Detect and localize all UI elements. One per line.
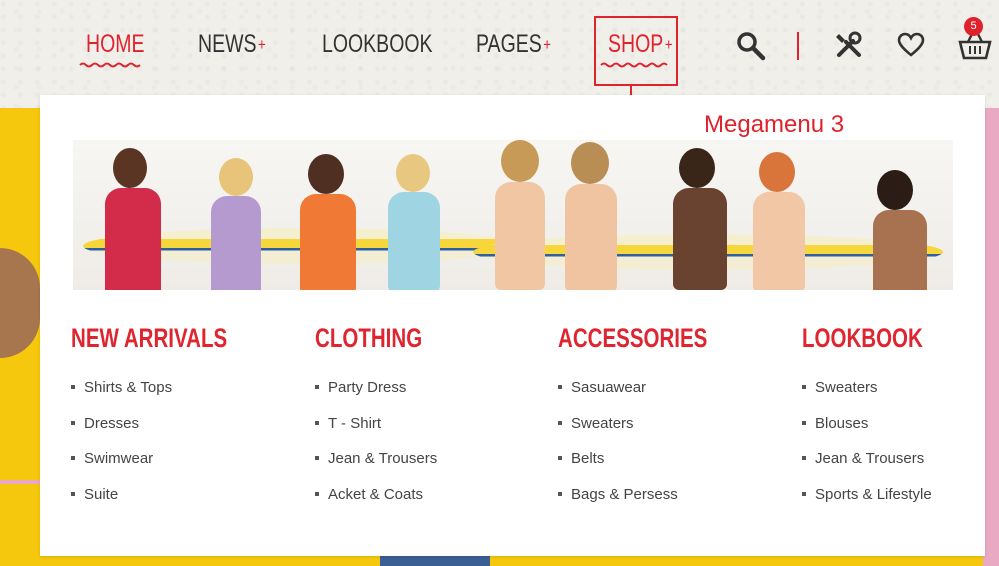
menu-link[interactable]: T - Shirt: [315, 414, 535, 450]
menu-link[interactable]: Party Dress: [315, 378, 535, 414]
megamenu-banner-image: [73, 140, 953, 290]
nav-news-label: NEWS: [198, 30, 257, 58]
tools-icon[interactable]: [834, 30, 864, 60]
menu-link[interactable]: Sasuawear: [558, 378, 778, 414]
heart-icon[interactable]: [897, 32, 925, 58]
menu-link[interactable]: Sweaters: [802, 378, 999, 414]
menu-link[interactable]: Jean & Trousers: [802, 449, 999, 485]
annotation-label: Megamenu 3: [704, 111, 845, 138]
nav-pages-label: PAGES: [476, 30, 542, 58]
column-title: LOOKBOOK: [802, 323, 923, 353]
link-list: Sweaters Blouses Jean & Trousers Sports …: [802, 378, 999, 520]
nav-news[interactable]: NEWS+: [198, 30, 266, 64]
menu-link[interactable]: Sports & Lifestyle: [802, 485, 999, 521]
megamenu-column: CLOTHING Party Dress T - Shirt Jean & Tr…: [315, 320, 535, 520]
menu-link[interactable]: Jean & Trousers: [315, 449, 535, 485]
menu-link[interactable]: Sweaters: [558, 414, 778, 450]
menu-link[interactable]: Shirts & Tops: [71, 378, 291, 414]
link-list: Sasuawear Sweaters Belts Bags & Persess: [558, 378, 778, 520]
menu-link[interactable]: Swimwear: [71, 449, 291, 485]
nav-home-label: HOME: [86, 30, 145, 58]
menu-link[interactable]: Belts: [558, 449, 778, 485]
nav-pages-plus: +: [543, 35, 552, 54]
search-icon[interactable]: [736, 31, 766, 61]
column-title: CLOTHING: [315, 323, 423, 353]
basket-icon[interactable]: [958, 32, 992, 60]
nav-home[interactable]: HOME: [86, 30, 145, 64]
nav-lookbook-label: LOOKBOOK: [322, 30, 433, 58]
link-list: Party Dress T - Shirt Jean & Trousers Ac…: [315, 378, 535, 520]
menu-link[interactable]: Blouses: [802, 414, 999, 450]
nav-news-plus: +: [258, 35, 266, 54]
megamenu-column: LOOKBOOK Sweaters Blouses Jean & Trouser…: [802, 320, 999, 520]
background-divider: [0, 480, 40, 484]
nav-pages[interactable]: PAGES+: [476, 30, 551, 64]
megamenu-column: ACCESSORIES Sasuawear Sweaters Belts Bag…: [558, 320, 778, 520]
column-title: ACCESSORIES: [558, 323, 708, 353]
background-photo-hair: [0, 248, 40, 358]
menu-link[interactable]: Suite: [71, 485, 291, 521]
menu-link[interactable]: Dresses: [71, 414, 291, 450]
link-list: Shirts & Tops Dresses Swimwear Suite: [71, 378, 291, 520]
menu-link[interactable]: Bags & Persess: [558, 485, 778, 521]
menu-link[interactable]: Acket & Coats: [315, 485, 535, 521]
active-underline-squiggle: [79, 62, 141, 68]
shop-highlight-box: [594, 16, 678, 86]
nav-lookbook[interactable]: LOOKBOOK: [322, 30, 433, 64]
column-title: NEW ARRIVALS: [71, 323, 228, 353]
megamenu-column: NEW ARRIVALS Shirts & Tops Dresses Swimw…: [71, 320, 291, 520]
main-nav: HOME NEWS+ LOOKBOOK PAGES+ SHOP+ 5: [0, 0, 999, 95]
cart-count-badge: 5: [964, 17, 983, 36]
nav-separator: [797, 32, 799, 60]
